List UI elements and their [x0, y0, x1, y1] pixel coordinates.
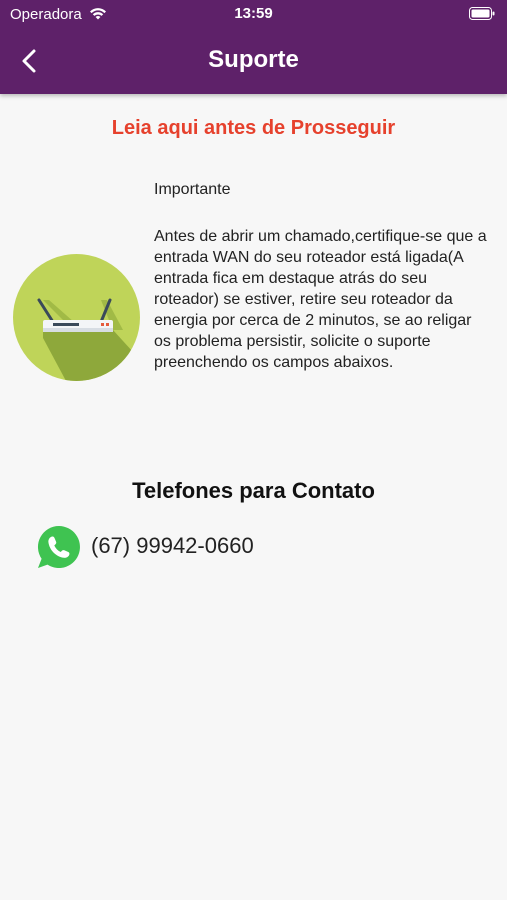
contacts-heading: Telefones para Contato [132, 478, 375, 503]
notice-title: Leia aqui antes de Prosseguir [111, 117, 396, 139]
status-time: 13:59 [234, 5, 273, 22]
page-title: Suporte [208, 46, 299, 73]
important-text: Antes de abrir um chamado,certifique-se … [154, 228, 487, 371]
status-bar: Operadora 13:59 [0, 0, 507, 28]
phone-number[interactable]: (67) 99942-0660 [91, 533, 254, 559]
important-label: Importante [154, 181, 231, 198]
whatsapp-icon[interactable] [36, 524, 82, 570]
router-icon [13, 254, 140, 381]
battery-icon [469, 7, 495, 20]
app-header: Operadora 13:59 Suporte [0, 0, 507, 94]
